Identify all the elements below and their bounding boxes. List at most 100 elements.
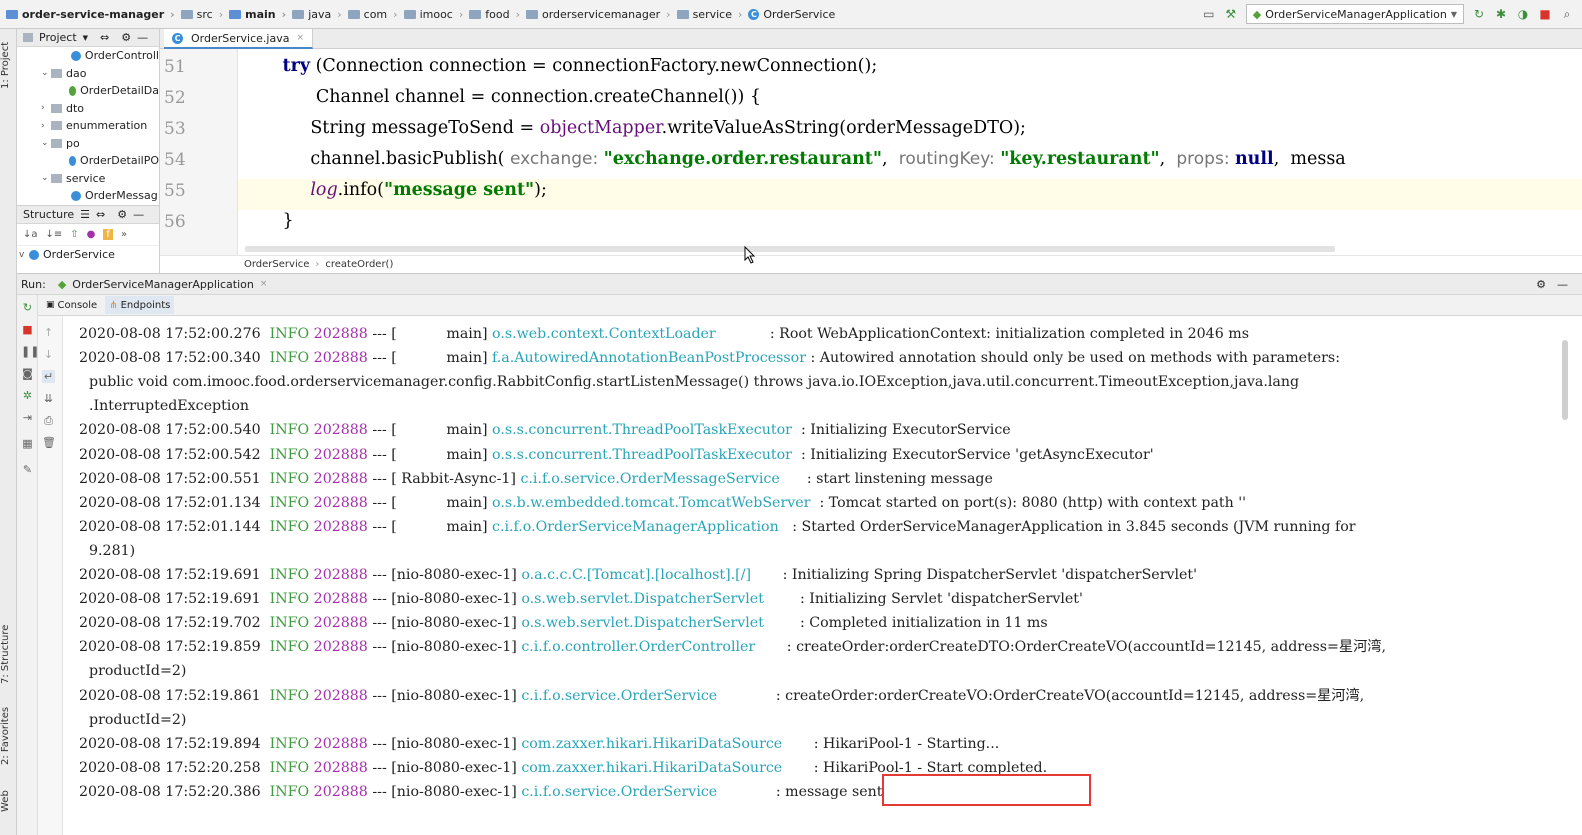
log-logger[interactable]: o.a.c.c.C.[Tomcat].[localhost].[/]	[521, 567, 778, 583]
log-logger[interactable]: c.i.f.o.controller.OrderController	[521, 639, 782, 655]
tree-item-label: service	[66, 171, 106, 185]
breadcrumb-item[interactable]: order-service-manager ›	[6, 8, 175, 21]
minimize-icon[interactable]: —	[1557, 278, 1568, 291]
layout-icon[interactable]: ▦	[21, 437, 34, 450]
log-logger[interactable]: o.s.web.servlet.DispatcherServlet	[521, 615, 795, 631]
rerun-icon[interactable]: ↻	[21, 301, 34, 314]
build-hammer-icon[interactable]: ⚒	[1224, 7, 1238, 21]
tab-web[interactable]: Web	[0, 781, 17, 821]
minimize-icon[interactable]: —	[133, 208, 144, 221]
collapse-all-icon[interactable]: ⇔	[100, 31, 109, 44]
inherited-icon[interactable]: ⇧	[70, 229, 78, 240]
tree-item[interactable]: ⌄ dao	[17, 65, 159, 83]
chevron-down-icon[interactable]: ⌄	[41, 173, 51, 183]
line-number: 56	[164, 212, 186, 232]
code-editor[interactable]: 51 52 53 54 55 56 try (Connection connection …	[160, 49, 1582, 255]
log-logger[interactable]: o.s.web.servlet.DispatcherServlet	[521, 591, 795, 607]
trash-icon[interactable]: 🗑	[42, 436, 56, 449]
property-icon[interactable]: ●	[87, 229, 96, 240]
soft-wrap-icon[interactable]: ↵	[42, 370, 55, 383]
tree-item[interactable]: › dto	[17, 100, 159, 118]
gear-icon[interactable]: ⚙	[117, 208, 127, 221]
log-logger[interactable]: com.zaxxer.hikari.HikariDataSource	[521, 736, 809, 752]
log-logger[interactable]: o.s.b.w.embedded.tomcat.TomcatWebServer	[492, 495, 815, 511]
chevron-down-icon[interactable]: ⌄	[41, 68, 51, 78]
project-panel-title[interactable]: Project	[39, 31, 77, 44]
log-logger[interactable]: c.i.f.o.service.OrderService	[521, 688, 771, 704]
tab-orderservice-java[interactable]: C OrderService.java ×	[164, 29, 314, 49]
chevron-right-icon[interactable]: ›	[41, 121, 51, 131]
close-icon[interactable]: ×	[260, 279, 268, 289]
tree-item[interactable]: ⌄ service	[17, 170, 159, 188]
breadcrumb-item[interactable]: main ›	[229, 8, 286, 21]
camera-icon[interactable]: ◙	[21, 367, 34, 380]
tree-item[interactable]: ⌄ po	[17, 135, 159, 153]
sort-visibility-icon[interactable]: ↓≡	[46, 229, 63, 240]
pause-icon[interactable]: ❚❚	[21, 345, 39, 358]
tree-item[interactable]: OrderDetailPO	[17, 152, 159, 170]
editor-gutter: 51 52 53 54 55 56	[160, 49, 238, 255]
chevron-down-icon[interactable]: ▼	[83, 34, 88, 42]
print-icon[interactable]: ⎙	[42, 414, 55, 427]
structure-root-row[interactable]: v OrderService	[17, 246, 159, 264]
sort-alpha-icon[interactable]: ↓a	[23, 229, 38, 240]
search-icon[interactable]: ⌕	[1560, 7, 1574, 21]
log-logger[interactable]: o.s.s.concurrent.ThreadPoolTaskExecutor	[492, 447, 796, 463]
breadcrumb-item[interactable]: service ›	[676, 8, 742, 21]
run-configuration-select[interactable]: ◆ OrderServiceManagerApplication ▼	[1245, 4, 1464, 24]
log-logger[interactable]: com.zaxxer.hikari.HikariDataSource	[521, 760, 809, 776]
log-logger[interactable]: c.i.f.o.service.OrderMessageService	[520, 471, 802, 487]
stop-icon[interactable]: ■	[1538, 7, 1552, 21]
tree-item[interactable]: OrderControll	[17, 47, 159, 65]
pin-icon[interactable]: ✎	[21, 463, 34, 476]
field-icon[interactable]: f	[103, 229, 113, 240]
breadcrumb-item[interactable]: orderservicemanager ›	[525, 8, 671, 21]
tab-endpoints[interactable]: ⋔ Endpoints	[105, 296, 175, 314]
console-output[interactable]: 2020-08-08 17:52:00.276 INFO 202888 --- …	[63, 316, 1582, 835]
console-vertical-scrollbar[interactable]	[1562, 340, 1568, 420]
breadcrumb-item[interactable]: src ›	[180, 8, 223, 21]
stop-icon[interactable]: ■	[21, 323, 34, 336]
breadcrumb-item[interactable]: java ›	[292, 8, 342, 21]
breadcrumb-item[interactable]: C OrderService	[748, 8, 835, 21]
tab-structure[interactable]: 7: Structure	[0, 619, 17, 689]
log-logger[interactable]: o.s.s.concurrent.ThreadPoolTaskExecutor	[492, 422, 796, 438]
tab-favorites[interactable]: 2: Favorites	[0, 701, 17, 771]
breadcrumb-class[interactable]: OrderService	[244, 259, 309, 270]
tab-console[interactable]: ▣ Console	[42, 296, 101, 314]
window-icon[interactable]: ▭	[1202, 7, 1216, 21]
debug-bug-icon[interactable]: ✱	[1494, 7, 1508, 21]
breadcrumb-method[interactable]: createOrder()	[325, 259, 393, 270]
arrow-down-icon[interactable]: ↓	[42, 348, 55, 361]
more-icon[interactable]: »	[121, 229, 127, 240]
breadcrumb-item[interactable]: com ›	[347, 8, 398, 21]
editor-horizontal-scrollbar[interactable]	[245, 246, 1335, 252]
tree-item[interactable]: OrderDetailDa	[17, 82, 159, 100]
chevron-right-icon[interactable]: ›	[41, 103, 51, 113]
coverage-icon[interactable]: ◑	[1516, 7, 1530, 21]
log-logger[interactable]: o.s.web.context.ContextLoader	[492, 326, 765, 342]
tree-item[interactable]: OrderMessag	[17, 187, 159, 205]
chevron-down-icon[interactable]: ⌄	[41, 138, 51, 148]
log-logger[interactable]: c.i.f.o.service.OrderService	[521, 784, 771, 800]
breadcrumb-item[interactable]: imooc ›	[403, 8, 463, 21]
collapse-all-icon[interactable]: ⇔	[96, 208, 105, 221]
chevron-down-icon[interactable]: v	[19, 250, 29, 260]
sort-icon[interactable]: ☰	[80, 208, 90, 221]
scroll-to-end-icon[interactable]: ⇊	[42, 392, 55, 405]
close-icon[interactable]: ×	[296, 33, 304, 43]
login-icon[interactable]: ⇥	[21, 411, 34, 424]
settings-icon[interactable]: ✲	[21, 389, 34, 402]
minimize-icon[interactable]: —	[137, 31, 148, 44]
log-logger[interactable]: f.a.AutowiredAnnotationBeanPostProcessor	[492, 350, 806, 366]
run-app-tab[interactable]: OrderServiceManagerApplication	[72, 278, 254, 291]
tree-item[interactable]: › enummeration	[17, 117, 159, 135]
console-toolbar: ↑ ↓ ↵ ⇊ ⎙ 🗑	[38, 316, 63, 835]
rerun-icon[interactable]: ↻	[1472, 7, 1486, 21]
breadcrumb-item[interactable]: food ›	[469, 8, 520, 21]
gear-icon[interactable]: ⚙	[121, 31, 131, 44]
tab-project[interactable]: 1: Project	[0, 35, 17, 95]
gear-icon[interactable]: ⚙	[1536, 278, 1546, 291]
arrow-up-icon[interactable]: ↑	[42, 326, 55, 339]
log-logger[interactable]: c.i.f.o.OrderServiceManagerApplication	[492, 519, 788, 535]
